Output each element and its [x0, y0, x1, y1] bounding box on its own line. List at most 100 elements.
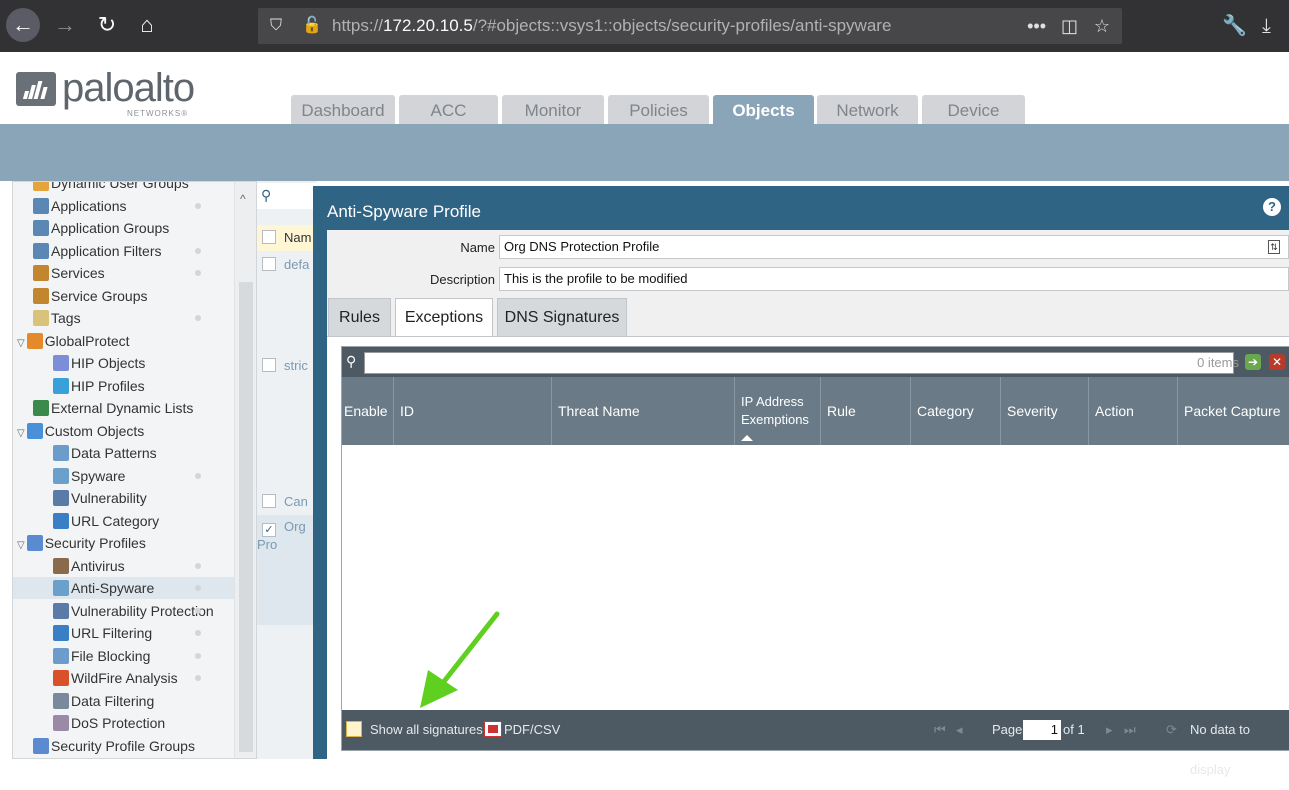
pdf-icon[interactable] [484, 721, 502, 737]
tree-item-application-groups[interactable]: Application Groups [13, 217, 235, 239]
tab-network[interactable]: Network [817, 95, 918, 124]
exceptions-search-input[interactable] [364, 352, 1234, 374]
row-checkbox[interactable] [262, 257, 276, 271]
tab-dashboard[interactable]: Dashboard [291, 95, 395, 124]
download-icon[interactable]: ⤓ [1262, 8, 1271, 44]
status-dot [195, 270, 201, 276]
col-enable[interactable]: Enable [342, 377, 394, 445]
tree-item-service-groups[interactable]: Service Groups [13, 285, 235, 307]
col-id[interactable]: ID [394, 377, 552, 445]
col-severity[interactable]: Severity [1001, 377, 1089, 445]
table-row-selected[interactable]: ✓ Org Pro [257, 515, 317, 625]
insecure-lock-icon[interactable]: 🔓 [302, 8, 322, 44]
tab-device[interactable]: Device [922, 95, 1025, 124]
application-group-icon [33, 220, 49, 236]
search-icon[interactable]: ⚲ [261, 187, 271, 204]
col-rule[interactable]: Rule [821, 377, 911, 445]
name-field[interactable]: Org DNS Protection Profile ⇅ [499, 235, 1289, 259]
expand-toggle-icon[interactable]: ▽ [17, 428, 25, 439]
tree-item-hip-objects[interactable]: HIP Objects [13, 352, 235, 374]
row-checkbox[interactable] [262, 358, 276, 372]
page-actions-icon[interactable]: ••• [1027, 8, 1046, 44]
tree-item-dos-protection[interactable]: DoS Protection [13, 712, 235, 734]
tree-item-url-category[interactable]: URL Category [13, 510, 235, 532]
prev-page-icon[interactable]: ◂ [956, 710, 963, 750]
table-row[interactable]: Can [257, 494, 317, 509]
expand-toggle-icon[interactable]: ▽ [17, 540, 25, 551]
anti-spyware-icon [53, 580, 69, 596]
tree-item-vulnerability[interactable]: Vulnerability [13, 487, 235, 509]
shield-icon[interactable]: ⛉ [270, 8, 282, 44]
tree-item-application-filters[interactable]: Application Filters [13, 240, 235, 262]
tree-item-security-profile-groups[interactable]: Security Profile Groups [13, 735, 235, 757]
table-row[interactable]: defa [257, 257, 317, 272]
tab-dns-signatures[interactable]: DNS Signatures [497, 298, 627, 336]
back-icon[interactable]: ← [6, 8, 40, 42]
tree-item-tags[interactable]: Tags [13, 307, 235, 329]
tree-item-custom-objects[interactable]: ▽ Custom Objects [13, 420, 235, 442]
bookmark-star-icon[interactable]: ☆ [1094, 8, 1110, 44]
status-dot [195, 607, 201, 614]
tree-item-applications[interactable]: Applications [13, 195, 235, 217]
row-checkbox-checked[interactable]: ✓ [262, 523, 276, 537]
wrench-icon[interactable]: 🔧 [1222, 8, 1247, 44]
tab-policies[interactable]: Policies [608, 95, 709, 124]
tree-item-anti-spyware[interactable]: Anti-Spyware [13, 577, 235, 599]
col-ip-address-exemptions[interactable]: IP Address Exemptions [735, 377, 821, 445]
tree-item-hip-profiles[interactable]: HIP Profiles [13, 375, 235, 397]
home-icon[interactable]: ⌂ [130, 8, 164, 42]
page-number-input[interactable]: 1 [1023, 720, 1061, 740]
tag-icon [33, 310, 49, 326]
url-bar[interactable]: ⛉ 🔓 https://172.20.10.5/?#objects::vsys1… [258, 8, 1122, 44]
tree-item-file-blocking[interactable]: File Blocking [13, 645, 235, 667]
select-all-checkbox[interactable] [262, 230, 276, 244]
tree-scrollbar[interactable]: ^ [234, 182, 256, 758]
tree-item-vulnerability-protection[interactable]: Vulnerability Protection [13, 600, 235, 622]
col-threat-name[interactable]: Threat Name [552, 377, 735, 445]
security-profile-group-icon [33, 737, 49, 754]
tree-item-wildfire-analysis[interactable]: WildFire Analysis [13, 667, 235, 689]
tree-item-antivirus[interactable]: Antivirus [13, 555, 235, 577]
help-icon[interactable]: ? [1263, 198, 1281, 216]
status-dot [195, 675, 201, 681]
scroll-up-icon[interactable]: ^ [240, 192, 246, 206]
col-category[interactable]: Category [911, 377, 1001, 445]
pdf-csv-link[interactable]: PDF/CSV [504, 710, 560, 750]
forward-icon[interactable]: → [48, 8, 82, 42]
tab-acc[interactable]: ACC [399, 95, 498, 124]
tree-item-url-filtering[interactable]: URL Filtering [13, 622, 235, 644]
row-checkbox[interactable] [262, 494, 276, 508]
url-text[interactable]: https://172.20.10.5/?#objects::vsys1::ob… [332, 8, 891, 44]
tab-objects[interactable]: Objects [713, 95, 814, 124]
tree-item-dynamic-user-groups[interactable]: Dynamic User Groups [13, 182, 235, 194]
apply-filter-icon[interactable]: ➔ [1245, 354, 1261, 370]
col-action[interactable]: Action [1089, 377, 1178, 445]
tree-item-security-profiles[interactable]: ▽ Security Profiles [13, 532, 235, 554]
table-row[interactable]: stric [257, 358, 317, 373]
tab-exceptions[interactable]: Exceptions [395, 298, 493, 337]
col-packet-capture[interactable]: Packet Capture [1178, 377, 1289, 445]
tree-item-data-filtering[interactable]: Data Filtering [13, 690, 235, 712]
tab-monitor[interactable]: Monitor [502, 95, 604, 124]
scroll-thumb[interactable] [239, 282, 253, 752]
pocket-icon[interactable]: ◫ [1061, 8, 1078, 44]
first-page-icon[interactable]: ⏮ [934, 710, 946, 750]
show-all-signatures-checkbox[interactable] [346, 721, 362, 737]
clear-filter-icon[interactable]: ✕ [1269, 354, 1285, 370]
expand-toggle-icon[interactable]: ▽ [17, 338, 25, 349]
tab-rules[interactable]: Rules [328, 298, 391, 336]
text-expand-icon[interactable]: ⇅ [1268, 240, 1280, 254]
refresh-icon[interactable]: ⟳ [1166, 710, 1177, 750]
tree-item-globalprotect[interactable]: ▽ GlobalProtect [13, 330, 235, 352]
reload-icon[interactable]: ↻ [90, 8, 124, 42]
next-page-icon[interactable]: ▸ [1106, 710, 1113, 750]
tree-item-services[interactable]: Services [13, 262, 235, 284]
grid-search-bar[interactable]: ⚲ [257, 183, 317, 209]
show-all-signatures-label[interactable]: Show all signatures [370, 710, 483, 750]
tree-item-data-patterns[interactable]: Data Patterns [13, 442, 235, 464]
tree-item-spyware[interactable]: Spyware [13, 465, 235, 487]
tree-item-label: Services [51, 265, 105, 281]
tree-item-external-dynamic-lists[interactable]: External Dynamic Lists [13, 397, 235, 419]
last-page-icon[interactable]: ⏭ [1124, 710, 1136, 750]
description-field[interactable]: This is the profile to be modified [499, 267, 1289, 291]
